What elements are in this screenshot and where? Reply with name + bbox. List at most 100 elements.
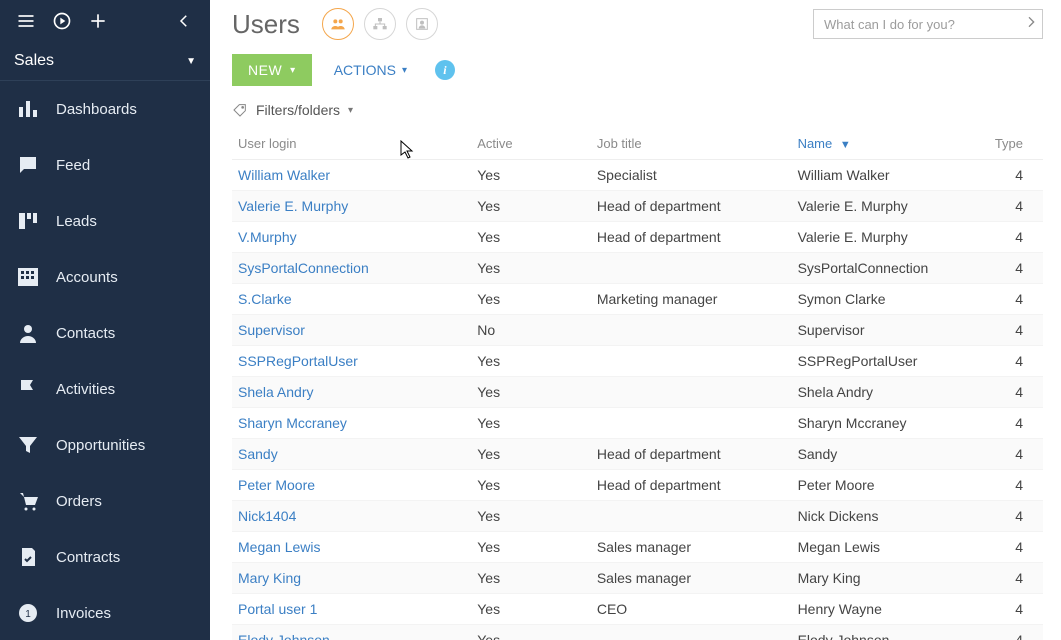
cell-name: Sandy	[792, 439, 983, 470]
cell-name: William Walker	[792, 160, 983, 191]
filters-folders[interactable]: Filters/folders ▾	[232, 102, 1043, 118]
cell-job	[591, 377, 792, 408]
cell-name: Elody Johnson	[792, 625, 983, 640]
view-roles-button[interactable]	[406, 8, 438, 40]
cell-name: SSPRegPortalUser	[792, 346, 983, 377]
sidebar-item-label: Activities	[56, 381, 115, 398]
cell-job: Specialist	[591, 160, 792, 191]
cell-login[interactable]: Sandy	[232, 439, 471, 470]
cell-type: 4	[982, 408, 1043, 439]
cell-login[interactable]: Supervisor	[232, 315, 471, 346]
table-row[interactable]: S.ClarkeYesMarketing managerSymon Clarke…	[232, 284, 1043, 315]
col-header-active[interactable]: Active	[471, 128, 591, 160]
cell-active: Yes	[471, 377, 591, 408]
cell-login[interactable]: V.Murphy	[232, 222, 471, 253]
col-header-job[interactable]: Job title	[591, 128, 792, 160]
table-row[interactable]: Sharyn MccraneyYesSharyn Mccraney4	[232, 408, 1043, 439]
sidebar-item-leads[interactable]: Leads	[0, 193, 210, 249]
cell-login[interactable]: Sharyn Mccraney	[232, 408, 471, 439]
table-row[interactable]: SandyYesHead of departmentSandy4	[232, 439, 1043, 470]
cell-login[interactable]: SSPRegPortalUser	[232, 346, 471, 377]
cell-active: Yes	[471, 501, 591, 532]
cell-login[interactable]: Valerie E. Murphy	[232, 191, 471, 222]
cell-login[interactable]: Nick1404	[232, 501, 471, 532]
cell-login[interactable]: Portal user 1	[232, 594, 471, 625]
contracts-icon	[16, 545, 56, 569]
collapse-icon[interactable]	[166, 3, 202, 39]
cell-name: Symon Clarke	[792, 284, 983, 315]
sidebar-item-opportunities[interactable]: Opportunities	[0, 417, 210, 473]
sidebar-item-label: Leads	[56, 213, 97, 230]
cell-name: Megan Lewis	[792, 532, 983, 563]
col-header-login[interactable]: User login	[232, 128, 471, 160]
view-users-button[interactable]	[322, 8, 354, 40]
cell-job: Head of department	[591, 191, 792, 222]
table-row[interactable]: William WalkerYesSpecialistWilliam Walke…	[232, 160, 1043, 191]
col-header-type[interactable]: Type	[982, 128, 1043, 160]
col-header-name[interactable]: Name ▼	[792, 128, 983, 160]
actions-menu[interactable]: ACTIONS ▾	[334, 62, 407, 78]
table-row[interactable]: SysPortalConnectionYesSysPortalConnectio…	[232, 253, 1043, 284]
cell-login[interactable]: William Walker	[232, 160, 471, 191]
plus-icon[interactable]	[80, 3, 116, 39]
cell-active: Yes	[471, 594, 591, 625]
chart-icon	[16, 97, 56, 121]
cell-login[interactable]: Elody Johnson	[232, 625, 471, 640]
sidebar-item-orders[interactable]: Orders	[0, 473, 210, 529]
sidebar-item-activities[interactable]: Activities	[0, 361, 210, 417]
cell-job: Sales manager	[591, 563, 792, 594]
sidebar: Sales ▼ Dashboards Feed Leads Accounts	[0, 0, 210, 640]
table-row[interactable]: SupervisorNoSupervisor4	[232, 315, 1043, 346]
cell-active: Yes	[471, 439, 591, 470]
cell-type: 4	[982, 284, 1043, 315]
sidebar-item-feed[interactable]: Feed	[0, 137, 210, 193]
cell-login[interactable]: S.Clarke	[232, 284, 471, 315]
sidebar-item-label: Feed	[56, 157, 90, 174]
table-row[interactable]: Valerie E. MurphyYesHead of departmentVa…	[232, 191, 1043, 222]
cell-job: Head of department	[591, 222, 792, 253]
section-selector[interactable]: Sales ▼	[0, 42, 210, 81]
cell-login[interactable]: SysPortalConnection	[232, 253, 471, 284]
info-button[interactable]: i	[435, 60, 455, 80]
cell-type: 4	[982, 563, 1043, 594]
cell-login[interactable]: Megan Lewis	[232, 532, 471, 563]
view-org-button[interactable]	[364, 8, 396, 40]
table-row[interactable]: Shela AndryYesShela Andry4	[232, 377, 1043, 408]
cell-type: 4	[982, 594, 1043, 625]
play-circle-icon[interactable]	[44, 3, 80, 39]
table-row[interactable]: Megan LewisYesSales managerMegan Lewis4	[232, 532, 1043, 563]
chevron-right-icon[interactable]	[1023, 14, 1039, 33]
cell-name: Valerie E. Murphy	[792, 191, 983, 222]
new-button[interactable]: NEW ▾	[232, 54, 312, 86]
cell-login[interactable]: Mary King	[232, 563, 471, 594]
table-row[interactable]: Elody JohnsonYesElody Johnson4	[232, 625, 1043, 640]
cell-type: 4	[982, 160, 1043, 191]
sidebar-item-invoices[interactable]: 1 Invoices	[0, 585, 210, 640]
cell-type: 4	[982, 315, 1043, 346]
search-input[interactable]	[813, 9, 1043, 39]
top-icon-bar	[0, 0, 210, 42]
table-row[interactable]: Nick1404YesNick Dickens4	[232, 501, 1043, 532]
table-row[interactable]: Mary KingYesSales managerMary King4	[232, 563, 1043, 594]
table-row[interactable]: Peter MooreYesHead of departmentPeter Mo…	[232, 470, 1043, 501]
invoices-icon: 1	[16, 601, 56, 625]
contacts-icon	[16, 321, 56, 345]
leads-icon	[16, 209, 56, 233]
cell-login[interactable]: Shela Andry	[232, 377, 471, 408]
table-row[interactable]: V.MurphyYesHead of departmentValerie E. …	[232, 222, 1043, 253]
cell-type: 4	[982, 439, 1043, 470]
header-row: Users	[232, 8, 1043, 40]
sidebar-item-contracts[interactable]: Contracts	[0, 529, 210, 585]
table-row[interactable]: Portal user 1YesCEOHenry Wayne4	[232, 594, 1043, 625]
cell-login[interactable]: Peter Moore	[232, 470, 471, 501]
menu-icon[interactable]	[8, 3, 44, 39]
cell-job	[591, 625, 792, 640]
sidebar-item-accounts[interactable]: Accounts	[0, 249, 210, 305]
sidebar-item-label: Accounts	[56, 269, 118, 286]
section-label: Sales	[14, 52, 54, 70]
sidebar-item-contacts[interactable]: Contacts	[0, 305, 210, 361]
table-row[interactable]: SSPRegPortalUserYesSSPRegPortalUser4	[232, 346, 1043, 377]
sidebar-item-label: Dashboards	[56, 101, 137, 118]
sidebar-item-dashboards[interactable]: Dashboards	[0, 81, 210, 137]
sidebar-item-label: Invoices	[56, 605, 111, 622]
